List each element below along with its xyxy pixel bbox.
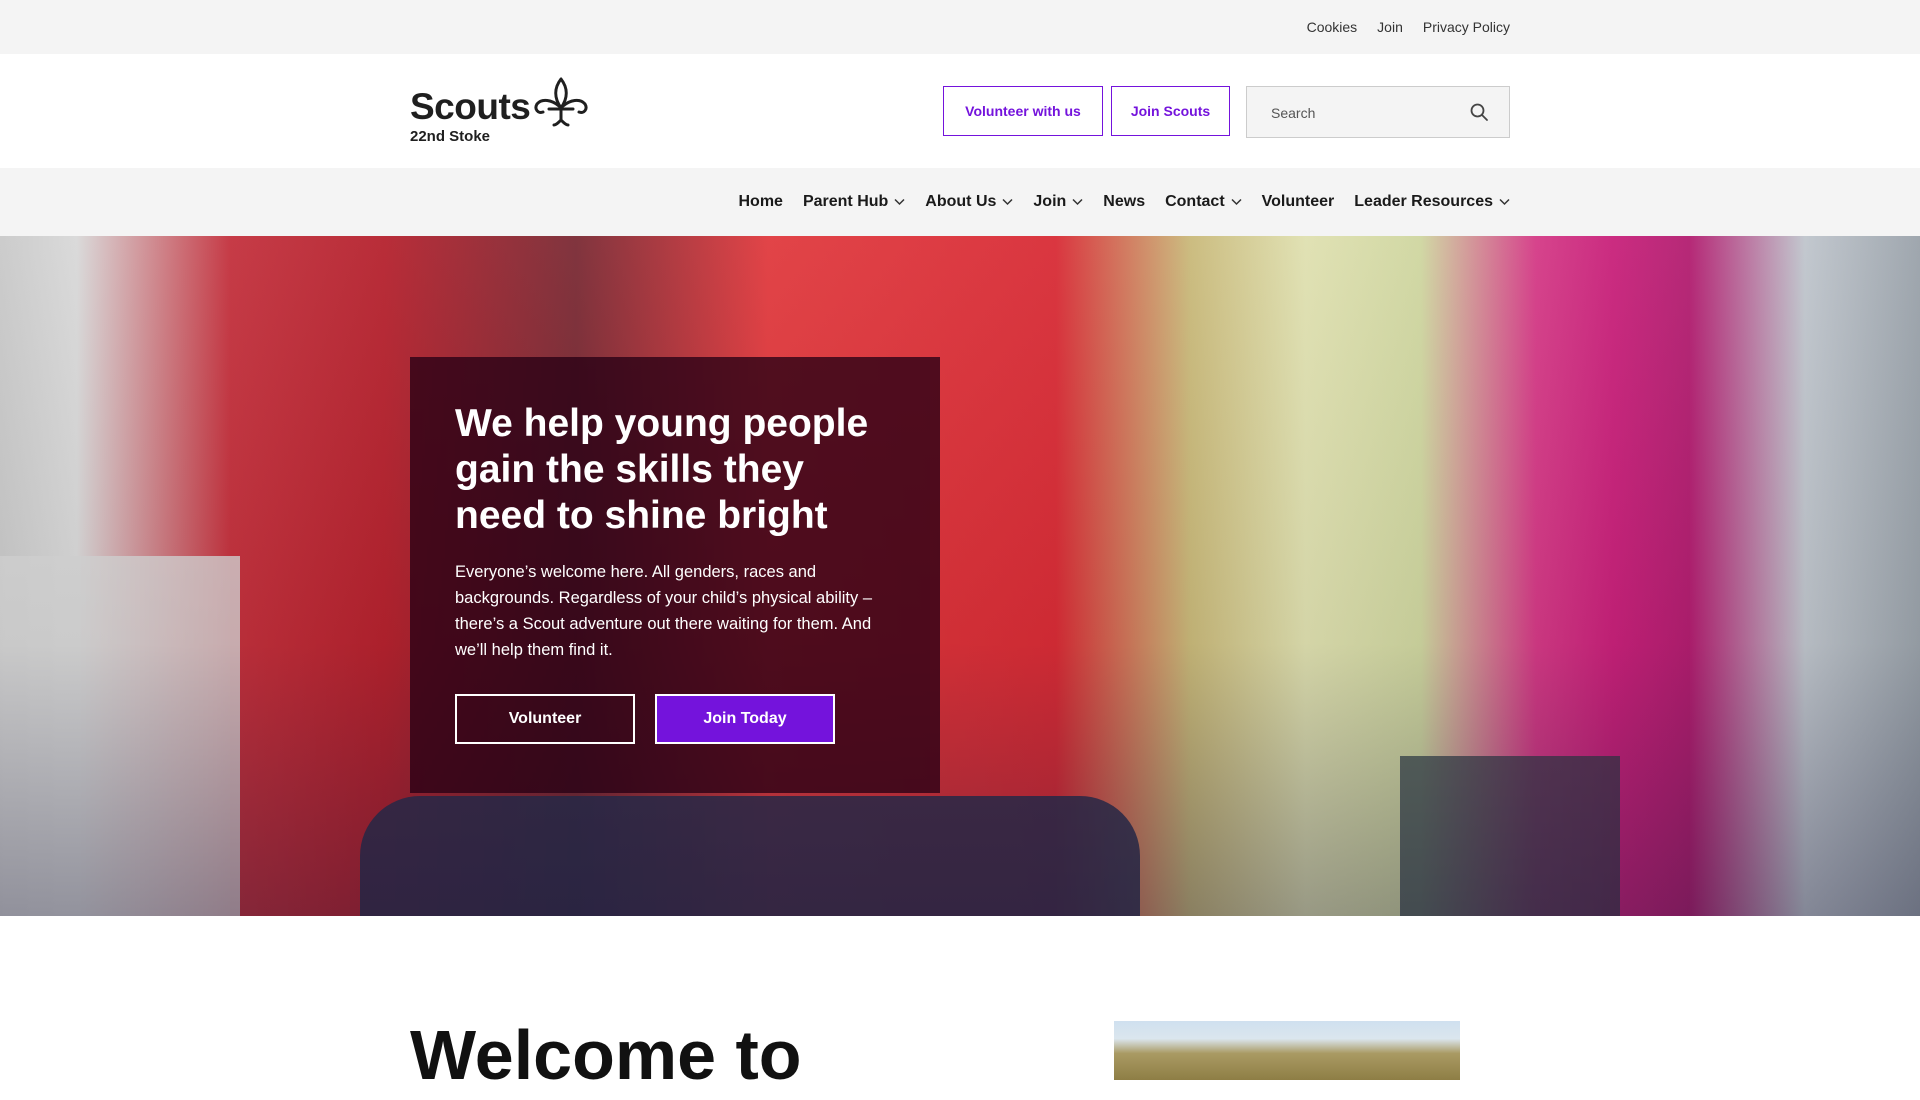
search-input[interactable] [1247, 87, 1483, 139]
site-header: Scouts 22nd Stoke Volunteer with us Join… [0, 54, 1920, 168]
cookies-link[interactable]: Cookies [1307, 19, 1358, 35]
hero-title: We help young people gain the skills the… [455, 402, 869, 537]
chevron-down-icon [1002, 198, 1013, 206]
hero-buttons: Volunteer Join Today [455, 694, 835, 744]
nav-item-volunteer[interactable]: Volunteer [1262, 193, 1335, 211]
search-icon[interactable] [1469, 102, 1489, 122]
nav-item-label: Volunteer [1261, 193, 1335, 210]
logo-wordmark: Scouts [410, 86, 531, 127]
nav-item-leader-resources[interactable]: Leader Resources [1354, 193, 1510, 211]
nav-item-label: Leader Resources [1354, 193, 1493, 210]
hero-panel: We help young people gain the skills the… [410, 357, 940, 793]
nav-item-home[interactable]: Home [739, 193, 783, 211]
welcome-image [1114, 1021, 1460, 1080]
nav-item-label: News [1103, 193, 1146, 210]
hero-description: Everyone’s welcome here. All genders, ra… [455, 563, 872, 659]
chevron-down-icon [1231, 198, 1242, 206]
site-logo[interactable]: Scouts 22nd Stoke [410, 76, 600, 148]
utility-bar: Cookies Join Privacy Policy [0, 0, 1920, 54]
logo-group-name: 22nd Stoke [410, 128, 491, 145]
nav-item-parent-hub[interactable]: Parent Hub [803, 193, 905, 211]
volunteer-with-us-button[interactable]: Volunteer with us [943, 86, 1103, 136]
welcome-heading: Welcome to [410, 1016, 802, 1094]
nav-item-contact[interactable]: Contact [1165, 193, 1242, 211]
search-box [1246, 86, 1510, 139]
nav-item-label: Join [1033, 193, 1067, 210]
chevron-down-icon [1072, 198, 1083, 206]
chevron-down-icon [1499, 198, 1510, 206]
nav-item-join[interactable]: Join [1033, 193, 1083, 211]
main-nav: Home Parent Hub About Us Join News Conta… [0, 168, 1920, 237]
volunteer-button[interactable]: Volunteer [455, 694, 635, 744]
nav-item-label: About Us [925, 193, 997, 210]
nav-item-label: Contact [1165, 193, 1225, 210]
nav-item-about-us[interactable]: About Us [925, 193, 1013, 211]
join-scouts-button[interactable]: Join Scouts [1111, 86, 1230, 136]
nav-item-label: Home [738, 193, 783, 210]
nav-item-label: Parent Hub [802, 193, 889, 210]
fleur-de-lis-icon [534, 77, 588, 127]
join-link[interactable]: Join [1377, 19, 1403, 35]
hero-banner: We help young people gain the skills the… [0, 236, 1920, 916]
chevron-down-icon [894, 198, 905, 206]
nav-items: Home Parent Hub About Us Join News Conta… [739, 168, 1511, 236]
join-today-button[interactable]: Join Today [655, 694, 835, 744]
nav-item-news[interactable]: News [1103, 193, 1145, 211]
utility-links: Cookies Join Privacy Policy [1307, 0, 1510, 54]
hero-image-overlay [0, 236, 1920, 916]
privacy-policy-link[interactable]: Privacy Policy [1423, 19, 1510, 35]
